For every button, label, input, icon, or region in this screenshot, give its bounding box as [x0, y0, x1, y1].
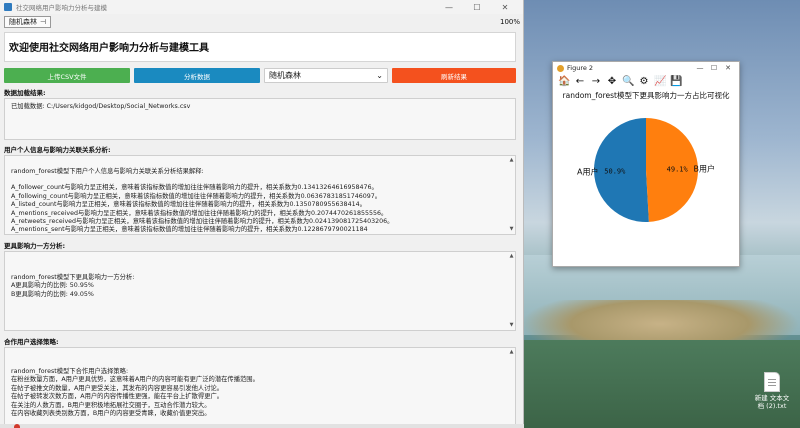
strategy-text-line: 在关注的人数方面，B用户更积极地拓展社交圈子，互动合作潜力较大。 — [11, 401, 211, 409]
relation-text-line: A_listed_count与影响力呈正相关，意味着该指标数值的增加往往伴随着影… — [11, 201, 366, 209]
strategy-text-line: 在帖子被推文的数量，A用户更受关注，其发布的内容更容易引发他人讨论。 — [11, 384, 224, 392]
back-icon[interactable]: ← — [574, 76, 586, 87]
menu-bar: 随机森林 ⊣ 100% — [0, 14, 524, 30]
scroll-down-icon[interactable]: ▼ — [509, 227, 514, 232]
influence-scrollbar[interactable]: ▲ ▼ — [509, 254, 514, 328]
window-title: 社交网络用户影响力分析与建模 — [16, 4, 107, 12]
chevron-down-icon: ⌄ — [376, 71, 383, 80]
scroll-up-icon[interactable]: ▲ — [509, 254, 514, 259]
figure-minimize-button[interactable]: — — [693, 64, 707, 72]
desktop-file-label: 新建 文本文档 (2).txt — [754, 394, 790, 410]
matplotlib-icon — [557, 64, 564, 72]
pie-value-label-0: 50.9% — [604, 167, 626, 175]
scroll-up-icon[interactable]: ▲ — [509, 350, 514, 355]
load-result-panel: 已加载数据: C:/Users/kidgod/Desktop/Social_Ne… — [4, 98, 516, 140]
relation-text-line: random_forest模型下用户个人信息与影响力关联关系分析结果解释: — [11, 168, 204, 175]
algorithm-menu-label: 随机森林 — [9, 18, 37, 26]
pie-category-label-1: B用户 — [693, 163, 715, 173]
strategy-result-panel[interactable]: random_forest模型下合作用户选择策略: 在粉丝数量方面，A用户更具优势… — [4, 347, 516, 425]
edit-axis-icon[interactable]: 📈 — [654, 76, 666, 87]
taskbar-edge — [0, 424, 524, 428]
close-button[interactable]: ✕ — [491, 3, 519, 12]
load-text-line: 已加载数据: C:/Users/kidgod/Desktop/Social_Ne… — [11, 103, 191, 110]
figure-close-button[interactable]: ✕ — [721, 64, 735, 72]
analyze-data-button[interactable]: 分析数据 — [134, 68, 260, 83]
relation-scrollbar[interactable]: ▲ ▼ — [509, 158, 514, 232]
strategy-scrollbar[interactable]: ▲ — [509, 350, 514, 422]
desktop-file-icon[interactable]: 新建 文本文档 (2).txt — [752, 372, 792, 410]
strategy-text-line: 在帖子被转发次数方面，A用户的内容传播性更强，能在平台上扩散得更广。 — [11, 393, 224, 401]
strategy-text-line: 在粉丝数量方面，A用户更具优势，这意味着A用户的内容可能有更广泛的潜在传播范围。 — [11, 376, 259, 384]
relation-text-line: A_mentions_sent与影响力呈正相关，意味着该指标数值的增加往往伴随着… — [11, 226, 368, 234]
action-toolbar: 上传CSV文件 分析数据 随机森林 ⌄ 刷新结果 — [4, 68, 516, 83]
save-icon[interactable]: 💾 — [670, 76, 682, 87]
taskbar-app-icon[interactable] — [14, 424, 20, 428]
relation-text-line: A_following_count与影响力呈正相关，意味着该指标数值的增加往往伴… — [11, 192, 382, 200]
welcome-banner: 欢迎使用社交网络用户影响力分析与建模工具 — [4, 32, 516, 62]
relation-text-line: A_mentions_received与影响力呈正相关，意味着该指标数值的增加往… — [11, 209, 388, 217]
strategy-section-label: 合作用户选择策略: — [4, 338, 59, 346]
upload-csv-button[interactable]: 上传CSV文件 — [4, 68, 130, 83]
strategy-result-text: random_forest模型下合作用户选择策略: 在粉丝数量方面，A用户更具优势… — [11, 368, 509, 418]
influence-text-line: B更具影响力的比例: 49.05% — [11, 290, 94, 298]
pie-chart: random_forest模型下更具影响力一方占比可视化 50.9% A用户 49.… — [563, 90, 730, 222]
relation-result-text: random_forest模型下用户个人信息与影响力关联关系分析结果解释: A_f… — [11, 168, 509, 234]
figure-title: Figure 2 — [567, 64, 594, 72]
model-select-value: 随机森林 — [269, 71, 301, 80]
model-select[interactable]: 随机森林 ⌄ — [264, 68, 388, 83]
app-icon — [4, 3, 12, 11]
figure-title-bar: Figure 2 — ☐ ✕ — [553, 62, 739, 74]
load-section-label: 数据加载结果: — [4, 89, 46, 97]
title-bar: 社交网络用户影响力分析与建模 — ☐ ✕ — [0, 0, 523, 14]
forward-icon[interactable]: → — [590, 76, 602, 87]
pan-icon[interactable]: ✥ — [606, 76, 618, 87]
zoom-icon[interactable]: 🔍 — [622, 76, 634, 87]
algorithm-menu-button[interactable]: 随机森林 ⊣ — [4, 16, 52, 28]
chart-title: random_forest模型下更具影响力一方占比可视化 — [563, 90, 730, 100]
home-icon[interactable]: 🏠 — [558, 76, 570, 87]
zoom-level: 100% — [499, 18, 520, 26]
refresh-results-button[interactable]: 刷新结果 — [392, 68, 516, 83]
load-result-text: 已加载数据: C:/Users/kidgod/Desktop/Social_Ne… — [11, 103, 509, 111]
maximize-button[interactable]: ☐ — [463, 3, 491, 12]
relation-text-line: A_follower_count与影响力呈正相关，意味着该指标数值的增加往往伴随… — [11, 184, 378, 192]
figure-window: Figure 2 — ☐ ✕ 🏠 ← → ✥ 🔍 ⚙ 📈 💾 random_fo… — [552, 61, 740, 267]
pie-category-label-0: A用户 — [577, 167, 598, 177]
figure-toolbar: 🏠 ← → ✥ 🔍 ⚙ 📈 💾 — [553, 74, 739, 89]
relation-section-label: 用户个人信息与影响力关联关系分析: — [4, 146, 111, 154]
pie-value-label-1: 49.1% — [667, 166, 689, 174]
minimize-button[interactable]: — — [435, 3, 463, 12]
figure-maximize-button[interactable]: ☐ — [707, 64, 721, 72]
menu-pin-icon: ⊣ — [40, 18, 47, 26]
main-window: 社交网络用户影响力分析与建模 — ☐ ✕ 随机森林 ⊣ 100% 欢迎使用社交网… — [0, 0, 524, 428]
influence-text-line: A更具影响力的比例: 50.95% — [11, 282, 94, 290]
strategy-text-line: 在内容收藏列表类别数方面，B用户的内容更受青睐，收藏价值更突出。 — [11, 410, 211, 418]
scroll-up-icon[interactable]: ▲ — [509, 158, 514, 163]
relation-result-panel[interactable]: random_forest模型下用户个人信息与影响力关联关系分析结果解释: A_f… — [4, 155, 516, 235]
configure-icon[interactable]: ⚙ — [638, 76, 650, 87]
scroll-down-icon[interactable]: ▼ — [509, 323, 514, 328]
influence-result-panel[interactable]: random_forest模型下更具影响力一方分析: A更具影响力的比例: 50.… — [4, 251, 516, 331]
text-file-icon — [764, 372, 780, 392]
influence-result-text: random_forest模型下更具影响力一方分析: A更具影响力的比例: 50.… — [11, 274, 509, 299]
influence-section-label: 更具影响力一方分析: — [4, 242, 66, 250]
